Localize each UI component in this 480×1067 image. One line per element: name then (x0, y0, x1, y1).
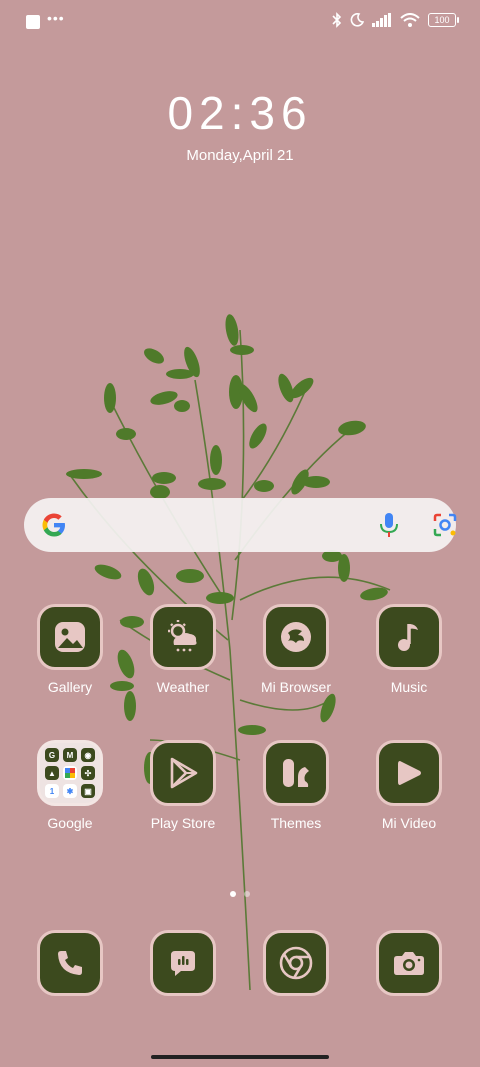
camera-icon[interactable] (376, 930, 442, 996)
page-dot-active[interactable] (230, 891, 236, 897)
messages-icon[interactable] (150, 930, 216, 996)
page-indicator[interactable] (0, 891, 480, 897)
weather-icon[interactable] (150, 604, 216, 670)
music-note-icon[interactable] (376, 604, 442, 670)
battery-icon: 100 (428, 13, 459, 27)
app-label: Gallery (47, 679, 93, 695)
gallery-icon[interactable] (37, 604, 103, 670)
folder-app-icon: ✱ (63, 784, 77, 798)
app-label: Play Store (150, 815, 216, 831)
dock-phone[interactable] (15, 930, 125, 996)
app-label: Google (47, 815, 93, 831)
app-play-store[interactable]: Play Store (128, 740, 238, 831)
dock-messages[interactable] (128, 930, 238, 996)
folder-app-icon: 1 (45, 784, 59, 798)
folder-app-icon: ▲ (45, 766, 59, 780)
app-weather[interactable]: Weather (128, 604, 238, 695)
dock-chrome[interactable] (241, 930, 351, 996)
signal-icon (372, 13, 391, 27)
app-label: Music (390, 679, 428, 695)
home-gesture-bar[interactable] (151, 1055, 329, 1059)
status-bar: ••• 100 (0, 0, 480, 44)
app-label: Mi Browser (260, 679, 331, 695)
moon-icon (350, 13, 364, 27)
bluetooth-icon (332, 12, 342, 28)
app-gallery[interactable]: Gallery (15, 604, 125, 695)
app-label: Weather (156, 679, 210, 695)
folder-app-icon: ◉ (81, 748, 95, 762)
mic-icon[interactable] (378, 511, 400, 539)
folder-app-icon (63, 766, 77, 780)
more-dots-icon: ••• (47, 10, 65, 26)
google-search-bar[interactable] (24, 498, 459, 552)
app-mi-video[interactable]: Mi Video (354, 740, 464, 831)
app-music[interactable]: Music (354, 604, 464, 695)
app-mi-browser[interactable]: Mi Browser (241, 604, 351, 695)
chrome-icon[interactable] (263, 930, 329, 996)
folder-icon[interactable]: G M ◉ ▲ ✣ 1 ✱ ▣ (37, 740, 103, 806)
app-label: Mi Video (381, 815, 437, 831)
clock-time[interactable]: 02:36 (0, 86, 480, 140)
themes-icon[interactable] (263, 740, 329, 806)
folder-app-icon: M (63, 748, 77, 762)
google-g-icon (42, 513, 65, 537)
play-store-icon[interactable] (150, 740, 216, 806)
app-label: Themes (270, 815, 322, 831)
page-dot[interactable] (244, 891, 250, 897)
phone-icon[interactable] (37, 930, 103, 996)
wifi-icon (400, 13, 420, 27)
app-themes[interactable]: Themes (241, 740, 351, 831)
folder-app-icon: ✣ (81, 766, 95, 780)
browser-icon[interactable] (263, 604, 329, 670)
clock-date[interactable]: Monday,April 21 (0, 147, 480, 164)
dock-camera[interactable] (354, 930, 464, 996)
app-square-icon (26, 15, 40, 29)
lens-icon[interactable] (431, 511, 459, 539)
folder-app-icon: G (45, 748, 59, 762)
app-google-folder[interactable]: G M ◉ ▲ ✣ 1 ✱ ▣ Google (15, 740, 125, 831)
video-play-icon[interactable] (376, 740, 442, 806)
folder-app-icon: ▣ (81, 784, 95, 798)
